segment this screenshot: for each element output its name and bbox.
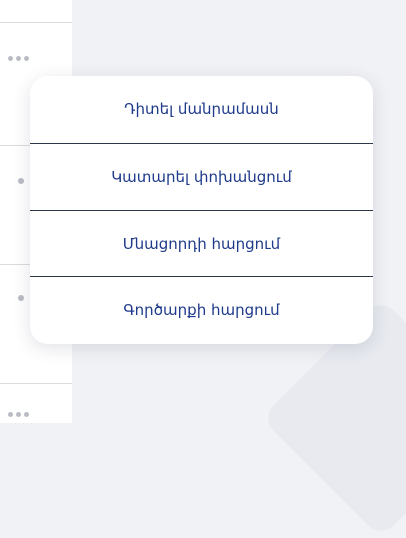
more-horizontal-icon[interactable] xyxy=(8,412,29,417)
menu-item-label: Դիտել մանրամասն xyxy=(124,100,279,118)
row-actions-menu: Դիտել մանրամասն Կատարել փոխանցում Մնացոր… xyxy=(30,76,373,344)
menu-item-view-details[interactable]: Դիտել մանրամասն xyxy=(30,76,373,142)
dot-icon[interactable] xyxy=(18,295,24,301)
dot-icon[interactable] xyxy=(18,178,24,184)
more-horizontal-icon[interactable] xyxy=(8,56,29,61)
menu-item-label: Կատարել փոխանցում xyxy=(111,168,292,186)
menu-item-label: Մնացորդի հարցում xyxy=(122,235,281,253)
menu-item-transaction-inquiry[interactable]: Գործարքի հարցում xyxy=(30,277,373,343)
row-divider xyxy=(0,383,72,384)
menu-item-balance-inquiry[interactable]: Մնացորդի հարցում xyxy=(30,211,373,277)
menu-item-label: Գործարքի հարցում xyxy=(123,301,280,319)
menu-item-make-transfer[interactable]: Կատարել փոխանցում xyxy=(30,144,373,210)
row-divider xyxy=(0,22,72,23)
